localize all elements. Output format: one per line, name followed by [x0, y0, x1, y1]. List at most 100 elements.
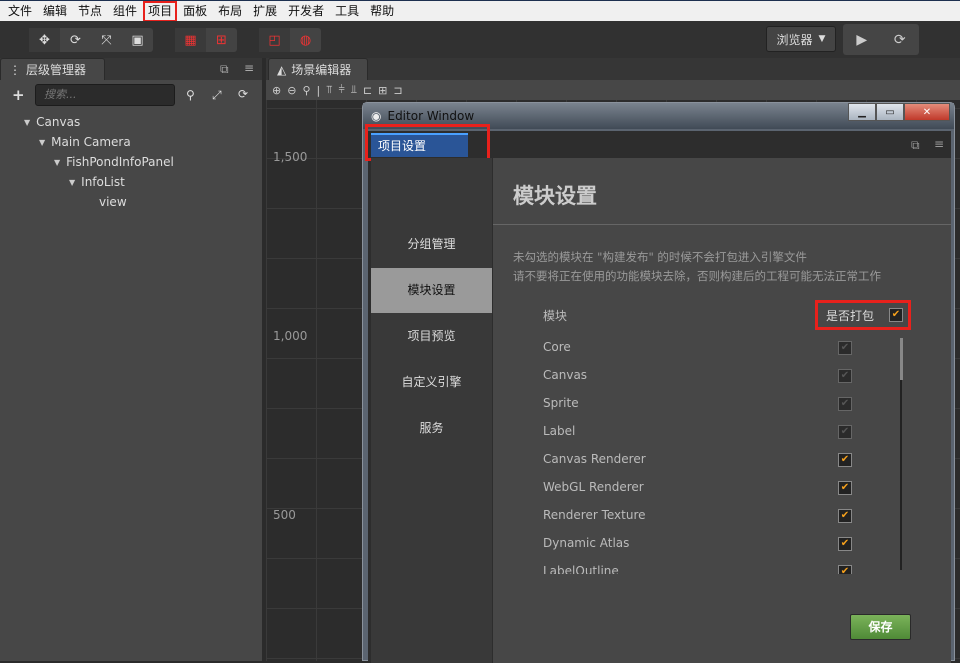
menu-panel[interactable]: 面板 — [179, 2, 211, 21]
zoom-out-icon[interactable]: ⊖ — [287, 84, 296, 97]
ruler-label: 1,500 — [273, 150, 308, 164]
refresh-icon[interactable]: ⟳ — [238, 87, 248, 101]
module-checkbox[interactable]: ✔ — [838, 453, 852, 467]
node-label: view — [99, 195, 127, 209]
tree-node-view[interactable]: view — [99, 195, 127, 209]
ruler-label: 1,000 — [273, 329, 308, 343]
rect-tool-icon[interactable]: ▣ — [122, 28, 153, 52]
hierarchy-search-input[interactable]: 搜索... — [35, 84, 175, 106]
divider — [493, 224, 951, 225]
align-bottom-icon[interactable]: ⫫ — [351, 83, 357, 97]
local-coord-icon[interactable]: ◰ — [259, 28, 290, 52]
menu-file[interactable]: 文件 — [4, 2, 36, 21]
description-line: 请不要将正在使用的功能模块去除，否则构建后的工程可能无法正常工作 — [513, 269, 881, 283]
menu-extension[interactable]: 扩展 — [249, 2, 281, 21]
expand-icon[interactable]: ⤢ — [212, 88, 222, 103]
column-module: 模块 — [543, 309, 568, 323]
scene-icon: ◭ — [277, 62, 287, 77]
global-coord-icon[interactable]: ◍ — [290, 28, 321, 52]
align-hcenter-icon[interactable]: ⊞ — [378, 84, 387, 97]
menu-tools[interactable]: 工具 — [331, 2, 363, 21]
menu-help[interactable]: 帮助 — [366, 2, 398, 21]
browser-label: 浏览器 — [776, 32, 813, 47]
tree-node-fishpondinfopanel[interactable]: ▼ FishPondInfoPanel — [54, 155, 174, 169]
menu-icon[interactable]: ≡ — [934, 137, 944, 151]
module-row: Core — [543, 340, 571, 354]
zoom-reset-icon[interactable]: ⚲ — [302, 84, 310, 97]
save-button[interactable]: 保存 — [850, 614, 911, 640]
tree-node-infolist[interactable]: ▼ InfoList — [69, 175, 125, 189]
caret-down-icon: ▼ — [24, 117, 31, 127]
highlight-box — [365, 124, 490, 161]
maximize-button[interactable]: ▭ — [876, 103, 904, 121]
app-logo-icon: ◉ — [371, 109, 382, 123]
play-controls: ▶ ⟳ — [843, 24, 919, 55]
refresh-icon[interactable]: ⟳ — [894, 32, 906, 48]
minimize-button[interactable]: ▁ — [848, 103, 876, 121]
preview-platform-select[interactable]: 浏览器 ▼ — [766, 26, 836, 52]
nav-group-management[interactable]: 分组管理 — [371, 222, 492, 267]
center-icon[interactable]: ⊞ — [206, 28, 237, 52]
transform-tools: ✥ ⟳ ⤧ ▣ — [29, 28, 153, 52]
menu-layout[interactable]: 布局 — [214, 2, 246, 21]
tree-node-canvas[interactable]: ▼ Canvas — [24, 115, 80, 129]
tree-node-main-camera[interactable]: ▼ Main Camera — [39, 135, 131, 149]
hierarchy-tab[interactable]: ⋮ 层级管理器 — [0, 58, 105, 80]
module-settings-panel: 模块设置 未勾选的模块在 "构建发布" 的时候不会打包进入引擎文件 请不要将正在… — [493, 158, 951, 663]
editor-window: ◉ Editor Window ▁ ▭ ✕ 项目设置 ⧉ ≡ 分组管理 模块设置… — [362, 102, 955, 663]
description-line: 未勾选的模块在 "构建发布" 的时候不会打包进入引擎文件 — [513, 250, 807, 264]
scale-tool-icon[interactable]: ⤧ — [91, 28, 122, 52]
menu-node[interactable]: 节点 — [74, 2, 106, 21]
menu-icon[interactable]: ≡ — [244, 61, 254, 75]
add-node-icon[interactable]: + — [12, 86, 25, 104]
module-checkbox[interactable]: ✔ — [838, 565, 852, 574]
node-label: FishPondInfoPanel — [66, 155, 174, 169]
scene-tab[interactable]: ◭ 场景编辑器 — [268, 58, 368, 80]
popout-icon[interactable]: ⧉ — [220, 62, 229, 77]
play-icon[interactable]: ▶ — [856, 32, 867, 48]
menu-component[interactable]: 组件 — [109, 2, 141, 21]
page-title: 模块设置 — [513, 184, 597, 208]
menu-developer[interactable]: 开发者 — [284, 2, 328, 21]
pivot-icon[interactable]: ▦ — [175, 28, 206, 52]
caret-down-icon: ▼ — [54, 157, 61, 167]
nav-project-preview[interactable]: 项目预览 — [371, 314, 492, 359]
module-row: Dynamic Atlas — [543, 536, 630, 550]
align-right-icon[interactable]: ⊐ — [393, 84, 402, 97]
popout-icon[interactable]: ⧉ — [911, 138, 920, 153]
nav-module-settings[interactable]: 模块设置 — [371, 268, 492, 313]
nav-custom-engine[interactable]: 自定义引擎 — [371, 360, 492, 405]
scene-header: ◭ 场景编辑器 — [266, 58, 960, 80]
module-checkbox[interactable]: ✔ — [838, 509, 852, 523]
module-row: Label — [543, 424, 576, 438]
pivot-tools: ▦ ⊞ — [175, 28, 237, 52]
module-checkbox[interactable]: ✔ — [838, 481, 852, 495]
search-icon[interactable]: ⚲ — [186, 88, 195, 102]
ruler-label: 500 — [273, 508, 296, 522]
scrollbar-thumb[interactable] — [900, 338, 903, 380]
hierarchy-header: ⋮ 层级管理器 ⧉ ≡ — [0, 58, 262, 80]
nav-services[interactable]: 服务 — [371, 406, 492, 451]
close-button[interactable]: ✕ — [904, 103, 950, 121]
rotate-tool-icon[interactable]: ⟳ — [60, 28, 91, 52]
module-row: Renderer Texture — [543, 508, 646, 522]
module-row: Canvas — [543, 368, 588, 382]
align-vcenter-icon[interactable]: ⫩ — [338, 83, 344, 97]
module-checkbox: ✔ — [838, 425, 852, 439]
window-content: 项目设置 ⧉ ≡ 分组管理 模块设置 项目预览 自定义引擎 服务 模块设置 未勾… — [365, 124, 951, 663]
module-row: LabelOutline — [543, 564, 619, 574]
module-row: WebGL Renderer — [543, 480, 644, 494]
node-label: Main Camera — [51, 135, 131, 149]
module-checkbox[interactable]: ✔ — [838, 537, 852, 551]
align-left-icon[interactable]: ⊏ — [363, 84, 372, 97]
separator: | — [316, 83, 321, 97]
menu-project[interactable]: 项目 — [143, 0, 178, 22]
menu-edit[interactable]: 编辑 — [39, 2, 71, 21]
tree-icon: ⋮ — [9, 62, 21, 77]
zoom-in-icon[interactable]: ⊕ — [272, 84, 281, 97]
chevron-down-icon: ▼ — [818, 34, 826, 44]
move-tool-icon[interactable]: ✥ — [29, 28, 60, 52]
module-list: Core ✔ Canvas ✔ Sprite ✔ Label ✔ Canvas Renderer… — [493, 334, 951, 574]
align-top-icon[interactable]: ⫪ — [326, 83, 332, 97]
scene-title: 场景编辑器 — [291, 63, 352, 77]
